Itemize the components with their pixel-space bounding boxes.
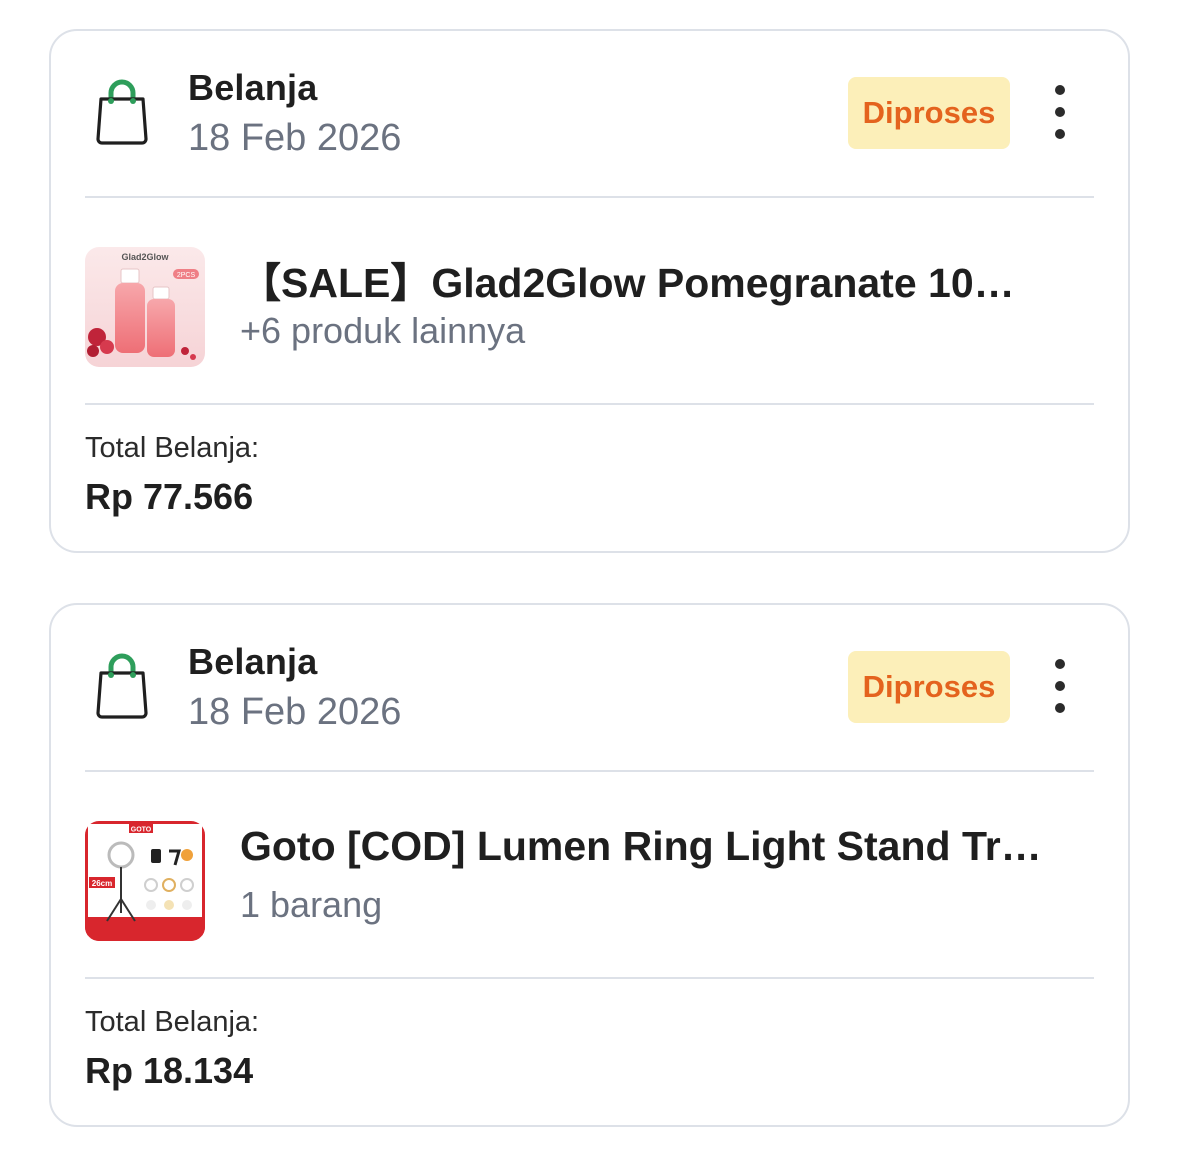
product-thumbnail[interactable]: GOTO 26cm	[85, 821, 205, 941]
pomegranate-serum-product-image: Glad2Glow 2PCS	[85, 247, 205, 367]
thumb-brand-text: GOTO	[131, 827, 152, 834]
product-thumbnail[interactable]: Glad2Glow 2PCS	[85, 247, 205, 367]
total-value: Rp 18.134	[85, 1050, 254, 1091]
divider	[85, 196, 1094, 198]
divider	[85, 977, 1094, 979]
order-card[interactable]: Belanja 18 Feb 2026 Diproses GOTO 26cm G…	[49, 603, 1130, 1127]
thumb-size-text: 26cm	[92, 879, 112, 888]
product-name[interactable]: 【SALE】Glad2Glow Pomegranate 10…	[240, 249, 1102, 309]
ring-light-stand-product-image: GOTO 26cm	[85, 821, 205, 941]
order-category: Belanja	[188, 641, 318, 682]
status-badge: Diproses	[848, 77, 1010, 149]
order-date: 18 Feb 2026	[188, 691, 402, 733]
order-date: 18 Feb 2026	[188, 117, 402, 159]
thumb-badge-text: 2PCS	[177, 272, 196, 279]
total-label: Total Belanja:	[85, 432, 260, 464]
more-vertical-icon[interactable]	[1046, 656, 1074, 716]
more-vertical-icon[interactable]	[1046, 82, 1074, 142]
order-header: Belanja 18 Feb 2026 Diproses	[51, 31, 1128, 198]
total-value: Rp 77.566	[85, 476, 254, 517]
shopping-bag-icon	[96, 79, 148, 145]
order-category: Belanja	[188, 67, 318, 108]
divider	[85, 403, 1094, 405]
status-badge: Diproses	[848, 651, 1010, 723]
order-card[interactable]: Belanja 18 Feb 2026 Diproses Glad2Glow 2…	[49, 29, 1130, 553]
shopping-bag-icon	[96, 653, 148, 719]
product-count: 1 barang	[240, 884, 383, 925]
total-label: Total Belanja:	[85, 1006, 260, 1038]
product-name[interactable]: Goto [COD] Lumen Ring Light Stand Tr…	[240, 823, 1102, 870]
divider	[85, 770, 1094, 772]
order-header: Belanja 18 Feb 2026 Diproses	[51, 605, 1128, 772]
thumb-brand-text: Glad2Glow	[121, 252, 169, 262]
product-count: +6 produk lainnya	[240, 310, 526, 351]
order-list: Belanja 18 Feb 2026 Diproses Glad2Glow 2…	[0, 0, 1179, 1164]
